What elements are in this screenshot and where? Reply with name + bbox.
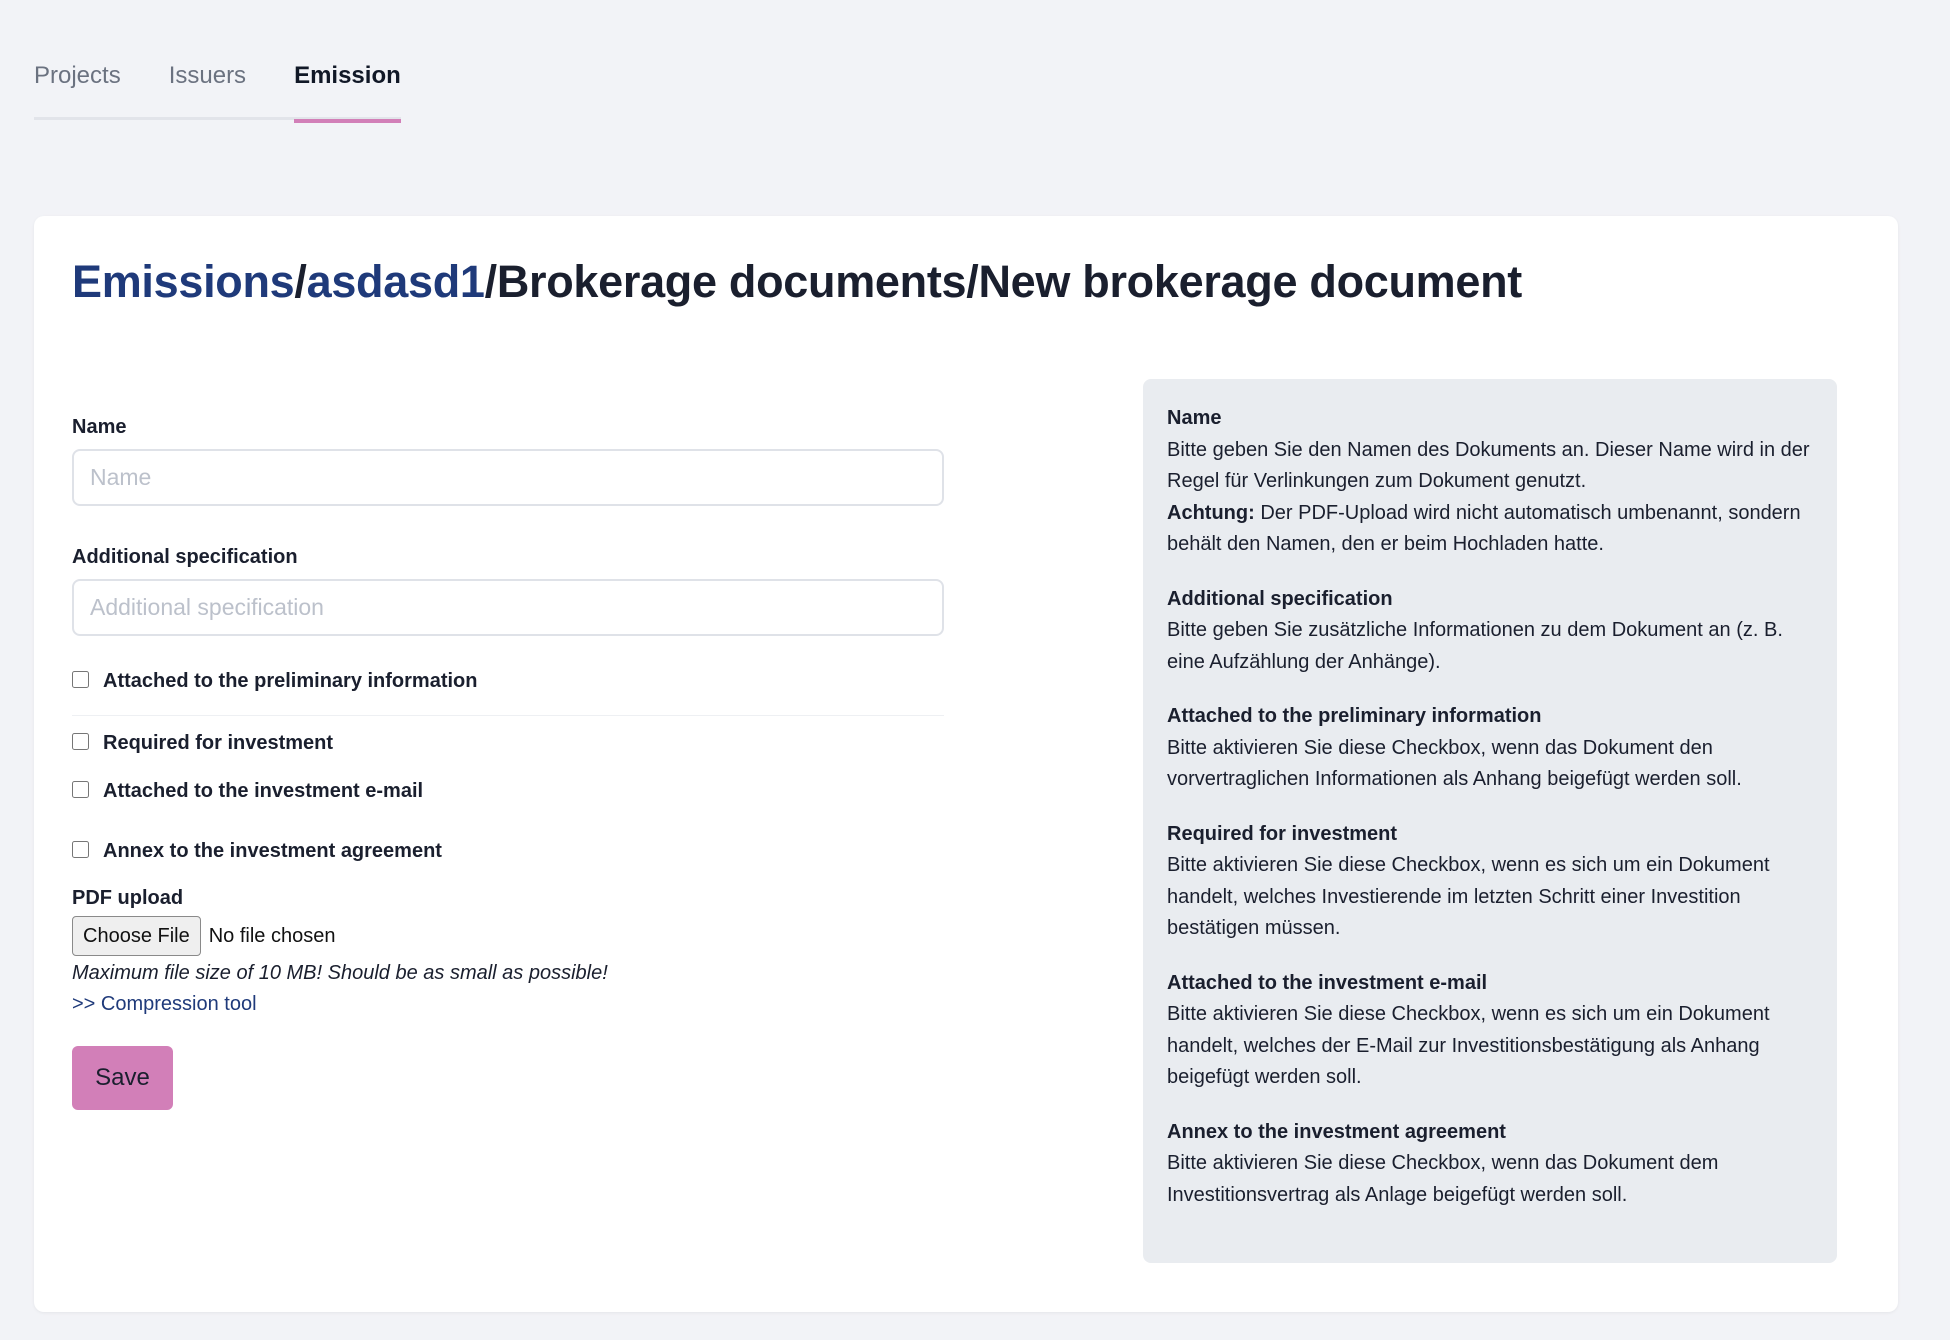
specification-field-group: Additional specification	[72, 546, 944, 636]
help-warning: Achtung: Der PDF-Upload wird nicht autom…	[1167, 498, 1813, 561]
file-picker: Choose File No file chosen	[72, 916, 944, 956]
name-input[interactable]	[72, 449, 944, 506]
breadcrumb-separator: /	[966, 256, 979, 307]
preliminary-information-option[interactable]: Attached to the preliminary information	[72, 670, 944, 693]
investment-agreement-annex-option[interactable]: Annex to the investment agreement	[72, 840, 944, 863]
help-section-specification: Additional specification Bitte geben Sie…	[1167, 584, 1813, 679]
choose-file-button[interactable]: Choose File	[72, 916, 201, 956]
compression-tool-link[interactable]: >> Compression tool	[72, 993, 257, 1016]
preliminary-information-checkbox[interactable]	[72, 671, 89, 688]
required-for-investment-label: Required for investment	[103, 732, 334, 754]
help-text: Bitte aktivieren Sie diese Checkbox, wen…	[1167, 1152, 1719, 1206]
help-section-investment-agreement-annex: Annex to the investment agreement Bitte …	[1167, 1117, 1813, 1212]
tab-emission[interactable]: Emission	[294, 58, 401, 123]
help-title: Annex to the investment agreement	[1167, 1120, 1506, 1143]
specification-input[interactable]	[72, 579, 944, 636]
help-title: Name	[1167, 407, 1222, 429]
file-status-text: No file chosen	[208, 924, 336, 947]
save-button[interactable]: Save	[72, 1046, 173, 1110]
investment-agreement-annex-checkbox[interactable]	[72, 841, 89, 858]
breadcrumb-emissions-link[interactable]: Emissions	[72, 256, 295, 307]
name-label: Name	[72, 416, 127, 438]
help-panel: Name Bitte geben Sie den Namen des Dokum…	[1143, 379, 1837, 1263]
brokerage-document-form: Name Additional specification Attached t…	[72, 416, 944, 1110]
top-tabs: Projects Issuers Emission	[34, 58, 401, 123]
investment-agreement-annex-label: Annex to the investment agreement	[103, 840, 442, 862]
help-text: Bitte aktivieren Sie diese Checkbox, wen…	[1167, 854, 1770, 939]
divider	[72, 715, 944, 716]
breadcrumb-emission-link[interactable]: asdasd1	[307, 256, 485, 307]
help-title: Attached to the investment e-mail	[1167, 971, 1488, 994]
breadcrumb-separator: /	[484, 256, 498, 307]
specification-label: Additional specification	[72, 546, 298, 568]
preliminary-information-label: Attached to the preliminary information	[103, 670, 478, 692]
help-section-preliminary-information: Attached to the preliminary information …	[1167, 701, 1813, 796]
help-section-required-for-investment: Required for investment Bitte aktivieren…	[1167, 819, 1813, 945]
warning-label: Achtung:	[1167, 501, 1255, 524]
breadcrumb-section: Brokerage documents	[496, 256, 967, 307]
help-title: Attached to the preliminary information	[1167, 705, 1542, 727]
help-section-name: Name Bitte geben Sie den Namen des Dokum…	[1167, 403, 1813, 561]
investment-email-option[interactable]: Attached to the investment e-mail	[72, 780, 944, 803]
pdf-upload-label: PDF upload	[72, 887, 184, 909]
breadcrumb-current-page: New brokerage document	[978, 256, 1522, 307]
help-text: Bitte geben Sie den Namen des Dokuments …	[1167, 438, 1810, 493]
pdf-upload-group: PDF upload Choose File No file chosen Ma…	[72, 887, 944, 1016]
tab-issuers[interactable]: Issuers	[169, 58, 246, 120]
help-text: Bitte geben Sie zusätzliche Informatione…	[1167, 619, 1783, 673]
required-for-investment-checkbox[interactable]	[72, 733, 89, 750]
file-size-hint: Maximum file size of 10 MB! Should be as…	[72, 962, 608, 984]
help-text: Bitte aktivieren Sie diese Checkbox, wen…	[1167, 1003, 1770, 1088]
page-title: Emissions/asdasd1/Brokerage documents/Ne…	[72, 256, 1522, 308]
tab-projects[interactable]: Projects	[34, 58, 121, 120]
help-title: Additional specification	[1167, 587, 1393, 610]
breadcrumb-separator: /	[294, 256, 307, 307]
help-text: Bitte aktivieren Sie diese Checkbox, wen…	[1167, 736, 1742, 791]
warning-text: Der PDF-Upload wird nicht automatisch um…	[1167, 501, 1801, 556]
name-field-group: Name	[72, 416, 944, 506]
help-section-investment-email: Attached to the investment e-mail Bitte …	[1167, 968, 1813, 1094]
investment-email-label: Attached to the investment e-mail	[103, 780, 424, 802]
help-title: Required for investment	[1167, 822, 1398, 845]
required-for-investment-option[interactable]: Required for investment	[72, 732, 944, 755]
investment-email-checkbox[interactable]	[72, 781, 89, 798]
content-card: Emissions/asdasd1/Brokerage documents/Ne…	[34, 216, 1898, 1312]
